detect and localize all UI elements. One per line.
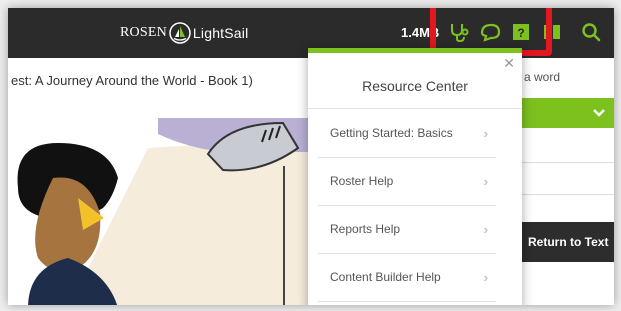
reader-sidebar: a word Return to Text: [516, 58, 614, 305]
resource-item-reports-help[interactable]: Reports Help ›: [318, 206, 496, 254]
popup-title: Resource Center: [362, 78, 468, 94]
book-illustration: [8, 118, 308, 305]
divider: [516, 162, 614, 163]
logo-product: LightSail: [192, 25, 249, 41]
resource-item-label: Content Builder Help: [330, 270, 441, 284]
resource-center-popup: ✕ Resource Center Getting Started: Basic…: [308, 48, 522, 305]
resource-item-label: Roster Help: [330, 174, 394, 188]
search-icon[interactable]: [580, 21, 602, 43]
divider: [516, 194, 614, 195]
chevron-right-icon: ›: [483, 270, 488, 285]
book-title: est: A Journey Around the World - Book 1…: [11, 73, 253, 88]
app-logo: ROSEN LightSail: [120, 22, 248, 44]
screenshot-frame: ROSEN LightSail 1.4MB ? est: A Journey A…: [0, 0, 621, 311]
sidebar-green-bar[interactable]: [516, 98, 614, 128]
popup-divider: [308, 108, 522, 109]
resource-item-label: Getting Started: Basics: [330, 126, 453, 140]
chevron-right-icon: ›: [483, 126, 488, 141]
resource-list: Getting Started: Basics › Roster Help › …: [318, 110, 496, 302]
word-label: a word: [524, 70, 561, 84]
resource-item-label: Reports Help: [330, 222, 401, 236]
resource-item-roster-help[interactable]: Roster Help ›: [318, 158, 496, 206]
popup-accent-bar: [308, 48, 522, 53]
chevron-down-icon: [593, 109, 605, 117]
close-icon[interactable]: ✕: [503, 55, 515, 72]
resource-item-getting-started[interactable]: Getting Started: Basics ›: [318, 110, 496, 158]
chevron-right-icon: ›: [483, 174, 488, 189]
return-to-text-button[interactable]: Return to Text: [516, 222, 614, 262]
app-window: ROSEN LightSail 1.4MB ? est: A Journey A…: [8, 8, 614, 305]
resource-item-content-builder-help[interactable]: Content Builder Help ›: [318, 254, 496, 302]
chevron-right-icon: ›: [483, 222, 488, 237]
lightsail-logo-icon: [169, 22, 191, 44]
logo-brand: ROSEN: [120, 25, 167, 40]
